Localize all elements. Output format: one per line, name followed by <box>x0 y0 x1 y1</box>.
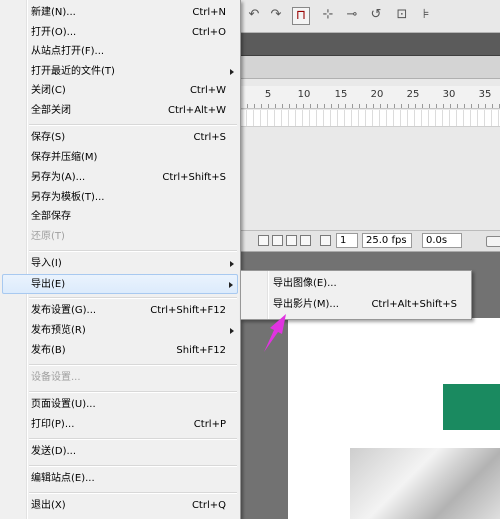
menu-separator <box>29 250 237 252</box>
timeline-scroll-handle[interactable] <box>486 236 500 247</box>
ruler-tick-label: 30 <box>442 89 456 100</box>
timeline-ruler: 5 10 15 20 25 30 35 <box>240 86 500 109</box>
menu-item-import[interactable]: 导入(I) <box>2 254 238 274</box>
ruler-tick-label: 5 <box>264 89 272 100</box>
edit-multiple-frames-icon[interactable] <box>300 235 311 246</box>
elapsed-time: 0.0s <box>422 233 462 248</box>
menu-item-save-as[interactable]: 另存为(A)... Ctrl+Shift+S <box>2 168 238 188</box>
menu-separator <box>29 438 237 440</box>
menu-item-save-and-compact[interactable]: 保存并压缩(M) <box>2 148 238 168</box>
stage-rectangle[interactable] <box>443 384 500 430</box>
current-frame: 1 <box>336 233 358 248</box>
menu-item-edit-sites[interactable]: 编辑站点(E)... <box>2 469 238 489</box>
rotate-icon[interactable]: ↺ <box>368 7 384 23</box>
timeline-status-bar: 1 25.0 fps 0.0s <box>240 230 500 252</box>
undo-icon[interactable]: ↶ <box>246 7 262 23</box>
blurred-region <box>350 448 500 519</box>
menu-item-close-all[interactable]: 全部关闭 Ctrl+Alt+W <box>2 101 238 121</box>
align-icon[interactable]: ⊧ <box>418 7 434 23</box>
ruler-ticks <box>240 104 500 108</box>
menu-item-new[interactable]: 新建(N)... Ctrl+N <box>2 3 238 23</box>
menu-separator <box>29 364 237 366</box>
menu-item-publish[interactable]: 发布(B) Shift+F12 <box>2 341 238 361</box>
straighten-icon[interactable]: ⊸ <box>344 7 360 23</box>
file-menu: 新建(N)... Ctrl+N 打开(O)... Ctrl+O 从站点打开(F)… <box>0 0 241 519</box>
center-frame-icon[interactable] <box>258 235 269 246</box>
submenu-arrow-icon <box>230 328 234 334</box>
timeline-frames[interactable] <box>240 110 500 127</box>
menu-item-page-setup[interactable]: 页面设置(U)... <box>2 395 238 415</box>
menu-item-close[interactable]: 关闭(C) Ctrl+W <box>2 81 238 101</box>
ruler-tick-label: 20 <box>370 89 384 100</box>
submenu-arrow-icon <box>229 282 233 288</box>
menu-item-save-as-template[interactable]: 另存为模板(T)... <box>2 188 238 208</box>
menu-item-publish-preview[interactable]: 发布预览(R) <box>2 321 238 341</box>
menu-item-save-all[interactable]: 全部保存 <box>2 207 238 227</box>
menu-item-send[interactable]: 发送(D)... <box>2 442 238 462</box>
menu-item-save[interactable]: 保存(S) Ctrl+S <box>2 128 238 148</box>
menu-item-exit[interactable]: 退出(X) Ctrl+Q <box>2 496 238 516</box>
menu-item-open-recent[interactable]: 打开最近的文件(T) <box>2 62 238 82</box>
menu-item-revert: 还原(T) <box>31 231 65 242</box>
menu-separator <box>29 124 237 126</box>
submenu-arrow-icon <box>230 261 234 267</box>
menu-separator <box>29 391 237 393</box>
ruler-tick-label: 15 <box>334 89 348 100</box>
ruler-tick-label: 10 <box>297 89 311 100</box>
onion-outline-icon[interactable] <box>286 235 297 246</box>
snap-magnet-icon[interactable]: ⊓ <box>292 7 310 25</box>
frame-rate[interactable]: 25.0 fps <box>362 233 412 248</box>
submenu-arrow-icon <box>230 69 234 75</box>
menu-item-open-from-site[interactable]: 从站点打开(F)... <box>2 42 238 62</box>
smooth-icon[interactable]: ⊹ <box>320 7 336 23</box>
menu-item-publish-settings[interactable]: 发布设置(G)... Ctrl+Shift+F12 <box>2 301 238 321</box>
ruler-tick-label: 25 <box>406 89 420 100</box>
ruler-tick-label: 35 <box>478 89 492 100</box>
redo-icon[interactable]: ↷ <box>268 7 284 23</box>
menu-separator <box>29 297 237 299</box>
onion-markers-icon[interactable] <box>320 235 331 246</box>
onion-skin-icon[interactable] <box>272 235 283 246</box>
menu-item-print[interactable]: 打印(P)... Ctrl+P <box>2 415 238 435</box>
menu-item-device-settings: 设备设置... <box>31 372 81 383</box>
menu-item-export[interactable]: 导出(E) <box>2 274 238 294</box>
annotation-arrow-icon <box>264 314 286 352</box>
menu-separator <box>29 492 237 494</box>
menu-item-open[interactable]: 打开(O)... Ctrl+O <box>2 23 238 43</box>
menu-separator <box>29 465 237 467</box>
scale-icon[interactable]: ⊡ <box>394 7 410 23</box>
menu-item-export-image[interactable]: 导出图像(E)... <box>243 274 469 294</box>
